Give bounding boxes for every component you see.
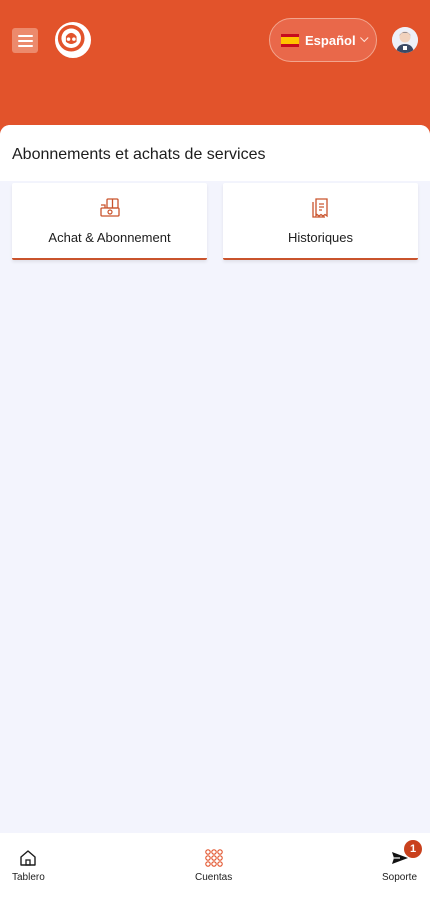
bottom-navigation: Tablero Cuentas Soporte	[0, 833, 430, 900]
main-panel: Abonnements et achats de services Achat …	[0, 125, 430, 833]
grid-icon	[204, 849, 223, 867]
nav-item-cuentas[interactable]: Cuentas	[195, 848, 232, 883]
chevron-down-icon	[359, 33, 369, 43]
language-label: Español	[305, 32, 356, 48]
purchase-subscription-card[interactable]: Achat & Abonnement	[12, 183, 207, 260]
page-title: Abonnements et achats de services	[12, 146, 266, 163]
user-avatar-icon	[392, 27, 418, 53]
spain-flag-icon	[281, 33, 299, 47]
card-label: Achat & Abonnement	[48, 230, 171, 245]
history-card[interactable]: Historiques	[223, 183, 418, 260]
hamburger-icon	[17, 34, 33, 37]
card-label: Historiques	[287, 230, 354, 245]
brand-logo[interactable]	[55, 22, 91, 58]
support-notification-badge: 1	[404, 840, 422, 858]
user-avatar[interactable]	[392, 27, 418, 53]
home-icon	[20, 850, 37, 866]
nav-label: Soporte	[382, 872, 418, 883]
nav-label: Tablero	[12, 872, 45, 883]
logo-icon	[57, 24, 85, 52]
purchase-subscription-icon	[99, 198, 120, 217]
nav-label: Cuentas	[195, 872, 233, 883]
menu-button[interactable]	[12, 28, 38, 53]
language-selector[interactable]: Español	[269, 18, 377, 62]
nav-item-tablero[interactable]: Tablero	[12, 848, 45, 883]
receipt-history-icon	[311, 198, 328, 218]
title-bar: Abonnements et achats de services	[0, 125, 430, 181]
